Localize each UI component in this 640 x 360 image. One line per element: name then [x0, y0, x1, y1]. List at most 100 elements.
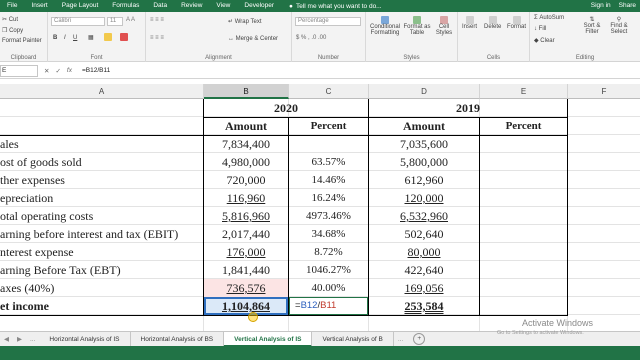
menu-tab-developer[interactable]: Developer: [237, 0, 281, 12]
align-top-icons[interactable]: ≡ ≡ ≡: [150, 17, 164, 23]
amount-2020-cell[interactable]: 720,000: [204, 171, 288, 189]
amount-2019-cell[interactable]: 5,800,000: [369, 153, 479, 171]
scroll-tabs-right-icon[interactable]: ▶: [13, 335, 26, 343]
percent-cell[interactable]: 8.72%: [289, 243, 368, 261]
cancel-icon[interactable]: ✕: [44, 67, 49, 75]
cut-button[interactable]: ✂ Cut: [2, 16, 18, 23]
name-box[interactable]: E: [0, 64, 38, 77]
formula-edit-cell[interactable]: =B12/B11: [289, 297, 368, 315]
amount-2020-header[interactable]: Amount: [204, 117, 288, 135]
merge-center-button[interactable]: ↔ Merge & Center: [228, 36, 278, 42]
percent-cell[interactable]: 16.24%: [289, 189, 368, 207]
scroll-tabs-left-icon[interactable]: ◀: [0, 335, 13, 343]
bold-icon[interactable]: B: [53, 35, 57, 41]
format-as-table-button[interactable]: Format as Table: [403, 16, 431, 36]
net-income-2020-cell[interactable]: 1,104,864: [204, 297, 288, 315]
net-income-2019-cell[interactable]: 253,584: [369, 297, 479, 315]
amount-2019-cell[interactable]: 7,035,600: [369, 135, 479, 153]
menu-tab-insert[interactable]: Insert: [24, 0, 54, 12]
format-painter-button[interactable]: Format Painter: [2, 38, 42, 44]
sort-filter-button[interactable]: ⇅ Sort & Filter: [580, 16, 604, 35]
row-label[interactable]: ther expenses: [0, 171, 203, 189]
amount-2019-cell[interactable]: 502,640: [369, 225, 479, 243]
row-label[interactable]: ales: [0, 135, 203, 153]
row-label[interactable]: nterest expense: [0, 243, 203, 261]
column-header-b[interactable]: B: [204, 84, 289, 99]
format-cells-button[interactable]: Format: [507, 16, 526, 30]
sign-in-link[interactable]: Sign in: [591, 0, 611, 12]
column-header-c[interactable]: C: [289, 84, 369, 99]
sheet-tab-vertical-bs[interactable]: Vertical Analysis of B: [312, 331, 394, 347]
amount-2020-cell[interactable]: 7,834,400: [204, 135, 288, 153]
italic-icon[interactable]: I: [64, 35, 66, 41]
font-color-icon[interactable]: [120, 33, 128, 41]
borders-icon[interactable]: ▦: [88, 34, 94, 41]
column-header-e[interactable]: E: [480, 84, 568, 99]
autosum-button[interactable]: Σ AutoSum: [534, 15, 564, 21]
column-header-a[interactable]: A: [0, 84, 204, 99]
year-2020-header[interactable]: 2020: [204, 99, 368, 117]
percent-cell[interactable]: [289, 135, 368, 153]
amount-2020-cell[interactable]: 5,816,960: [204, 207, 288, 225]
amount-2020-cell[interactable]: 176,000: [204, 243, 288, 261]
row-label[interactable]: ost of goods sold: [0, 153, 203, 171]
cell-styles-button[interactable]: Cell Styles: [433, 16, 455, 36]
menu-tab-review[interactable]: Review: [174, 0, 209, 12]
menu-tab-data[interactable]: Data: [146, 0, 174, 12]
find-select-button[interactable]: ⚲ Find & Select: [606, 16, 632, 35]
sheet-tab-horizontal-is[interactable]: Horizontal Analysis of IS: [39, 331, 131, 347]
tell-me-box[interactable]: ● Tell me what you want to do...: [289, 3, 382, 10]
underline-icon[interactable]: U: [73, 35, 77, 41]
percent-cell[interactable]: 4973.46%: [289, 207, 368, 225]
enter-icon[interactable]: ✓: [55, 67, 60, 75]
amount-2020-cell[interactable]: 116,960: [204, 189, 288, 207]
amount-2019-cell[interactable]: 169,056: [369, 279, 479, 297]
more-tabs-left-icon[interactable]: ...: [26, 336, 39, 343]
menu-tab-formulas[interactable]: Formulas: [105, 0, 146, 12]
copy-button[interactable]: ❐ Copy: [2, 27, 23, 34]
percent-2020-header[interactable]: Percent: [289, 117, 368, 135]
amount-2019-cell[interactable]: 612,960: [369, 171, 479, 189]
amount-2020-cell[interactable]: 4,980,000: [204, 153, 288, 171]
menu-tab-page-layout[interactable]: Page Layout: [55, 0, 106, 12]
percent-cell[interactable]: 40.00%: [289, 279, 368, 297]
row-label[interactable]: arning before interest and tax (EBIT): [0, 225, 203, 243]
number-format-icons[interactable]: $ % , .0 .00: [296, 35, 326, 41]
conditional-formatting-button[interactable]: Conditional Formatting: [369, 16, 401, 36]
wrap-text-button[interactable]: ↵ Wrap Text: [228, 18, 262, 25]
more-tabs-right-icon[interactable]: ...: [394, 336, 407, 343]
font-size-select[interactable]: 11: [107, 17, 123, 26]
row-label[interactable]: arning Before Tax (EBT): [0, 261, 203, 279]
taxes-2020-cell[interactable]: 736,576: [204, 279, 288, 297]
add-sheet-button[interactable]: +: [413, 333, 426, 345]
amount-2019-cell[interactable]: 120,000: [369, 189, 479, 207]
amount-2020-cell[interactable]: 2,017,440: [204, 225, 288, 243]
menu-tab-file[interactable]: File: [0, 0, 24, 12]
column-header-f[interactable]: F: [568, 84, 640, 99]
menu-tab-view[interactable]: View: [209, 0, 237, 12]
percent-cell[interactable]: 14.46%: [289, 171, 368, 189]
formula-input[interactable]: =B12/B11: [82, 67, 110, 74]
amount-2019-cell[interactable]: 6,532,960: [369, 207, 479, 225]
percent-cell[interactable]: 34.68%: [289, 225, 368, 243]
amount-2019-cell[interactable]: 422,640: [369, 261, 479, 279]
percent-cell[interactable]: 63.57%: [289, 153, 368, 171]
row-label[interactable]: otal operating costs: [0, 207, 203, 225]
year-2019-header[interactable]: 2019: [369, 99, 567, 117]
sheet-tab-vertical-is[interactable]: Vertical Analysis of IS: [224, 331, 313, 347]
sheet-tab-horizontal-bs[interactable]: Horizontal Analysis of BS: [131, 331, 225, 347]
amount-2019-cell[interactable]: 80,000: [369, 243, 479, 261]
fill-color-icon[interactable]: [104, 33, 112, 41]
fill-button[interactable]: ↓ Fill: [534, 26, 546, 32]
share-button[interactable]: Share: [619, 0, 636, 12]
fx-icon[interactable]: fx: [67, 67, 72, 75]
clear-button[interactable]: ◆ Clear: [534, 37, 555, 44]
column-header-d[interactable]: D: [369, 84, 480, 99]
worksheet-grid[interactable]: 2020 2019 Amount Percent Amount Percent …: [0, 99, 640, 331]
percent-cell[interactable]: 1046.27%: [289, 261, 368, 279]
amount-2019-header[interactable]: Amount: [369, 117, 479, 135]
amount-2020-cell[interactable]: 1,841,440: [204, 261, 288, 279]
row-label[interactable]: et income: [0, 297, 203, 315]
percent-2019-header[interactable]: Percent: [480, 117, 567, 135]
align-left-icons[interactable]: ≡ ≡ ≡: [150, 35, 164, 41]
